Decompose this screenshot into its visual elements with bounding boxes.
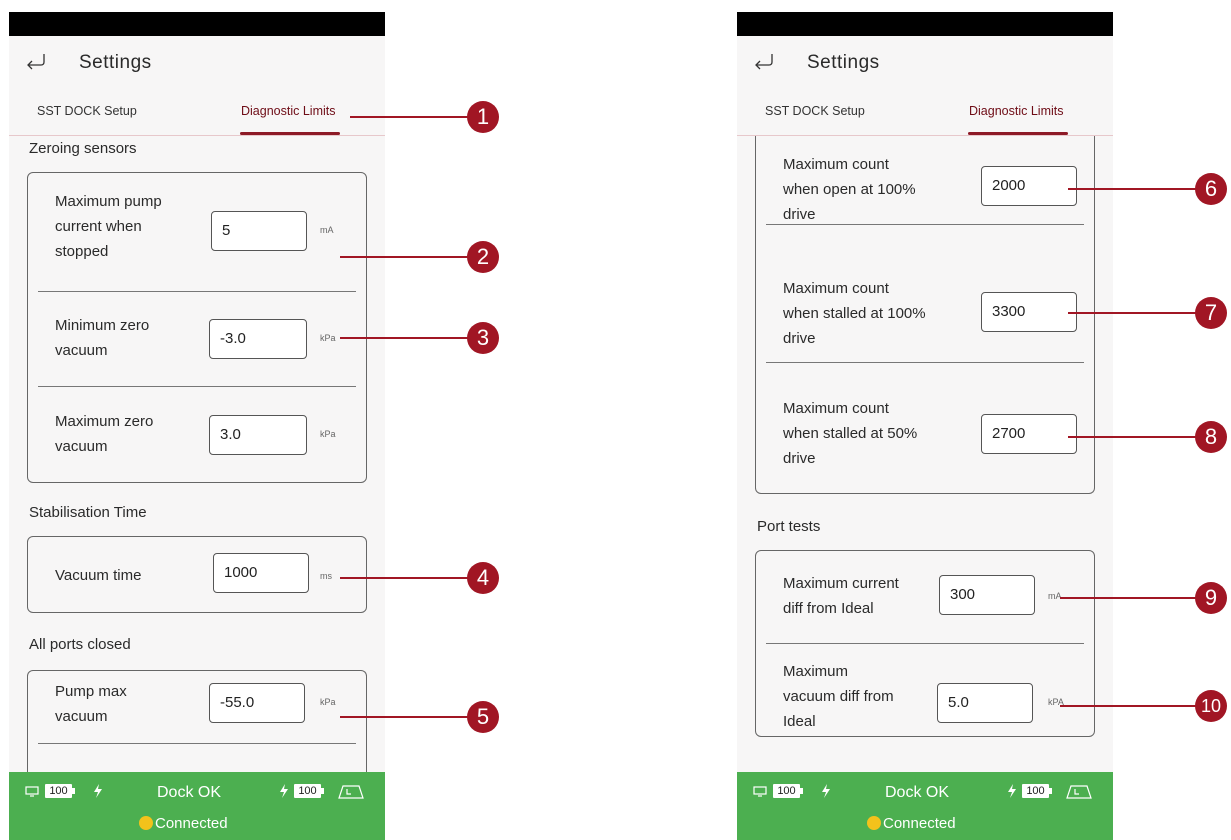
tab-sst-dock-setup[interactable]: SST DOCK Setup bbox=[37, 104, 137, 118]
stalled-50-label: Maximum count when stalled at 50% drive bbox=[783, 400, 918, 467]
tab-sst-dock-setup[interactable]: SST DOCK Setup bbox=[765, 104, 865, 118]
port-tests-card: Maximum current diff from Ideal 300 mA M… bbox=[755, 550, 1095, 737]
max-zero-label: Maximum zero vacuum bbox=[55, 413, 154, 455]
tab-divider bbox=[9, 135, 385, 136]
stalled-50-input[interactable]: 2700 bbox=[981, 414, 1077, 454]
callout-badge-7: 7 bbox=[1195, 297, 1227, 329]
connection-status: Connected bbox=[883, 815, 956, 832]
callout-badge-3: 3 bbox=[467, 322, 499, 354]
device-status-bar bbox=[737, 12, 1113, 36]
open-100-label: Maximum count when open at 100% drive bbox=[783, 156, 916, 223]
connection-status: Connected bbox=[155, 815, 228, 832]
back-icon[interactable] bbox=[25, 52, 47, 70]
callout-line-1 bbox=[350, 116, 468, 118]
connected-smiley-icon bbox=[867, 816, 881, 830]
tablet-battery-badge: 100 bbox=[773, 784, 803, 798]
connection-status-bar: 100 Dock OK 100 Connected bbox=[9, 772, 385, 840]
connection-status-bar: 100 Dock OK 100 Connected bbox=[737, 772, 1113, 840]
pump-icon bbox=[338, 785, 364, 799]
section-title-zeroing: Zeroing sensors bbox=[29, 140, 137, 157]
pump-max-input[interactable]: -55.0 bbox=[209, 683, 305, 723]
pump-max-unit: kPa bbox=[320, 697, 336, 707]
callout-badge-5: 5 bbox=[467, 701, 499, 733]
callout-line-8 bbox=[1068, 436, 1196, 438]
callout-line-10 bbox=[1060, 705, 1196, 707]
callout-line-3 bbox=[340, 337, 468, 339]
section-title-stabilisation: Stabilisation Time bbox=[29, 504, 147, 521]
max-zero-unit: kPa bbox=[320, 429, 336, 439]
vacuum-diff-input[interactable]: 5.0 bbox=[937, 683, 1033, 723]
current-diff-label: Maximum current diff from Ideal bbox=[783, 575, 899, 617]
callout-badge-2: 2 bbox=[467, 241, 499, 273]
callout-line-2 bbox=[340, 256, 468, 258]
tab-diagnostic-limits[interactable]: Diagnostic Limits bbox=[969, 104, 1063, 118]
callout-line-5 bbox=[340, 716, 468, 718]
page-title: Settings bbox=[79, 52, 152, 73]
connected-smiley-icon bbox=[139, 816, 153, 830]
zeroing-sensors-card: Maximum pump current when stopped 5 mA M… bbox=[27, 172, 367, 483]
vacuum-time-label: Vacuum time bbox=[55, 567, 142, 584]
callout-badge-9: 9 bbox=[1195, 582, 1227, 614]
pump-icon bbox=[1066, 785, 1092, 799]
section-title-all-ports: All ports closed bbox=[29, 636, 131, 653]
callout-badge-1: 1 bbox=[467, 101, 499, 133]
pump-current-unit: mA bbox=[320, 225, 334, 235]
tablet-icon bbox=[753, 786, 767, 797]
min-zero-input[interactable]: -3.0 bbox=[209, 319, 307, 359]
charging-icon bbox=[1008, 784, 1016, 798]
motor-counts-card: Maximum count when open at 100% drive 20… bbox=[755, 136, 1095, 494]
callout-badge-6: 6 bbox=[1195, 173, 1227, 205]
device-status-bar bbox=[9, 12, 385, 36]
row-divider bbox=[38, 386, 356, 387]
charging-icon bbox=[94, 784, 102, 798]
row-divider bbox=[766, 362, 1084, 363]
vacuum-time-input[interactable]: 1000 bbox=[213, 553, 309, 593]
callout-line-6 bbox=[1068, 188, 1196, 190]
vacuum-time-unit: ms bbox=[320, 571, 332, 581]
callout-line-7 bbox=[1068, 312, 1196, 314]
charging-icon bbox=[822, 784, 830, 798]
back-icon[interactable] bbox=[753, 52, 775, 70]
callout-line-4 bbox=[340, 577, 468, 579]
tablet-battery-badge: 100 bbox=[45, 784, 75, 798]
callout-line-9 bbox=[1060, 597, 1196, 599]
pump-max-label: Pump max vacuum bbox=[55, 683, 127, 725]
min-zero-label: Minimum zero vacuum bbox=[55, 317, 150, 359]
pump-current-input[interactable]: 5 bbox=[211, 211, 307, 251]
row-divider bbox=[38, 743, 356, 744]
stabilisation-card: Vacuum time 1000 ms bbox=[27, 536, 367, 613]
section-title-port-tests: Port tests bbox=[757, 518, 821, 535]
dock-status: Dock OK bbox=[885, 784, 950, 801]
callout-badge-4: 4 bbox=[467, 562, 499, 594]
row-divider bbox=[38, 291, 356, 292]
current-diff-unit: mA bbox=[1048, 591, 1062, 601]
max-zero-input[interactable]: 3.0 bbox=[209, 415, 307, 455]
pump-current-label: Maximum pump current when stopped bbox=[55, 193, 162, 260]
current-diff-input[interactable]: 300 bbox=[939, 575, 1035, 615]
pump-battery-badge: 100 bbox=[1022, 784, 1052, 798]
min-zero-unit: kPa bbox=[320, 333, 336, 343]
page-title: Settings bbox=[807, 52, 880, 73]
stalled-100-label: Maximum count when stalled at 100% drive bbox=[783, 280, 926, 347]
open-100-input[interactable]: 2000 bbox=[981, 166, 1077, 206]
tablet-icon bbox=[25, 786, 39, 797]
stalled-100-input[interactable]: 3300 bbox=[981, 292, 1077, 332]
row-divider bbox=[766, 224, 1084, 225]
pump-battery-badge: 100 bbox=[294, 784, 324, 798]
callout-badge-8: 8 bbox=[1195, 421, 1227, 453]
tab-diagnostic-limits[interactable]: Diagnostic Limits bbox=[241, 104, 335, 118]
settings-screen-right: Settings SST DOCK Setup Diagnostic Limit… bbox=[737, 12, 1113, 840]
settings-screen-left: Settings SST DOCK Setup Diagnostic Limit… bbox=[9, 12, 385, 840]
row-divider bbox=[766, 643, 1084, 644]
vacuum-diff-label: Maximum vacuum diff from Ideal bbox=[783, 663, 894, 730]
charging-icon bbox=[280, 784, 288, 798]
callout-badge-10: 10 bbox=[1195, 690, 1227, 722]
dock-status: Dock OK bbox=[157, 784, 222, 801]
